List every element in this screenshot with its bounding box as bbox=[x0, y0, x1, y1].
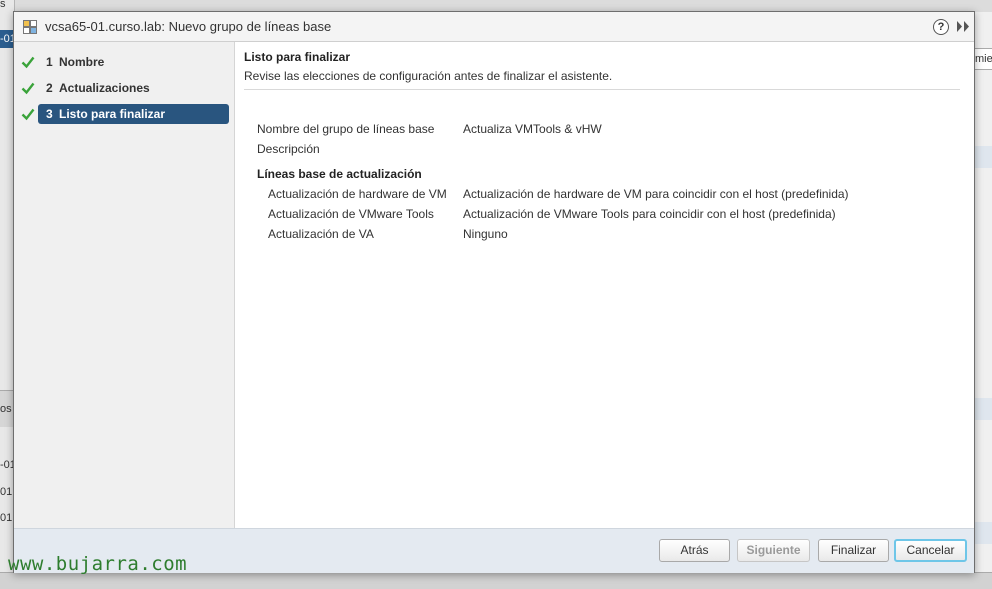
group-name-label: Nombre del grupo de líneas base bbox=[257, 122, 435, 136]
description-label: Descripción bbox=[257, 142, 320, 156]
checkmark-icon bbox=[21, 82, 35, 95]
dialog-title: vcsa65-01.curso.lab: Nuevo grupo de líne… bbox=[45, 19, 332, 34]
background-right-row bbox=[974, 146, 992, 168]
double-chevron-right-icon[interactable] bbox=[956, 20, 970, 33]
wizard-steps-nav: 1 Nombre 2 Actualizaciones 3 Listo para … bbox=[14, 42, 235, 528]
watermark: www.bujarra.com bbox=[8, 553, 188, 575]
checkmark-icon bbox=[21, 108, 35, 121]
vsphere-grid-icon bbox=[23, 20, 37, 34]
step-number: 1 bbox=[46, 55, 53, 69]
new-baseline-group-dialog: vcsa65-01.curso.lab: Nuevo grupo de líne… bbox=[13, 11, 975, 573]
wizard-content: Listo para finalizar Revise las eleccion… bbox=[235, 42, 974, 528]
step-label: Listo para finalizar bbox=[59, 107, 166, 121]
background-row: 01 bbox=[0, 486, 13, 498]
step-label: Nombre bbox=[59, 55, 105, 69]
wizard-step-listo-para-finalizar[interactable]: 3 Listo para finalizar bbox=[18, 104, 230, 124]
background-panel-header: os bbox=[0, 390, 14, 427]
page-subtitle: Revise las elecciones de configuración a… bbox=[244, 69, 613, 83]
background-right-row bbox=[974, 398, 992, 420]
background-row: -01 bbox=[0, 459, 14, 471]
help-icon[interactable]: ? bbox=[933, 19, 949, 35]
step-number: 2 bbox=[46, 81, 53, 95]
upgrade-value-va: Ninguno bbox=[463, 227, 508, 241]
upgrade-value-vmware-tools: Actualización de VMware Tools para coinc… bbox=[463, 207, 836, 221]
upgrade-label-va: Actualización de VA bbox=[268, 227, 374, 241]
dialog-titlebar: vcsa65-01.curso.lab: Nuevo grupo de líne… bbox=[14, 12, 974, 42]
upgrade-label-vmware-tools: Actualización de VMware Tools bbox=[268, 207, 434, 221]
background-right-panel bbox=[974, 12, 992, 588]
wizard-step-actualizaciones[interactable]: 2 Actualizaciones bbox=[18, 78, 230, 98]
step-label: Actualizaciones bbox=[59, 81, 150, 95]
finish-button[interactable]: Finalizar bbox=[818, 539, 889, 562]
page-title: Listo para finalizar bbox=[244, 50, 351, 64]
background-selected-item: -01 bbox=[0, 30, 14, 48]
next-button[interactable]: Siguiente bbox=[737, 539, 810, 562]
background-left-text: s bbox=[0, 0, 6, 10]
step-number: 3 bbox=[46, 107, 53, 121]
group-name-value: Actualiza VMTools & vHW bbox=[463, 122, 602, 136]
checkmark-icon bbox=[21, 56, 35, 69]
back-button[interactable]: Atrás bbox=[659, 539, 730, 562]
upgrade-baselines-heading: Líneas base de actualización bbox=[257, 167, 422, 181]
cancel-button[interactable]: Cancelar bbox=[894, 539, 967, 562]
upgrade-label-vm-hardware: Actualización de hardware de VM bbox=[268, 187, 447, 201]
background-right-row bbox=[974, 522, 992, 544]
background-row: 01 bbox=[0, 512, 13, 524]
wizard-step-nombre[interactable]: 1 Nombre bbox=[18, 52, 230, 72]
upgrade-value-vm-hardware: Actualización de hardware de VM para coi… bbox=[463, 187, 849, 201]
divider bbox=[244, 89, 960, 90]
background-right-tab: mie bbox=[974, 48, 992, 70]
